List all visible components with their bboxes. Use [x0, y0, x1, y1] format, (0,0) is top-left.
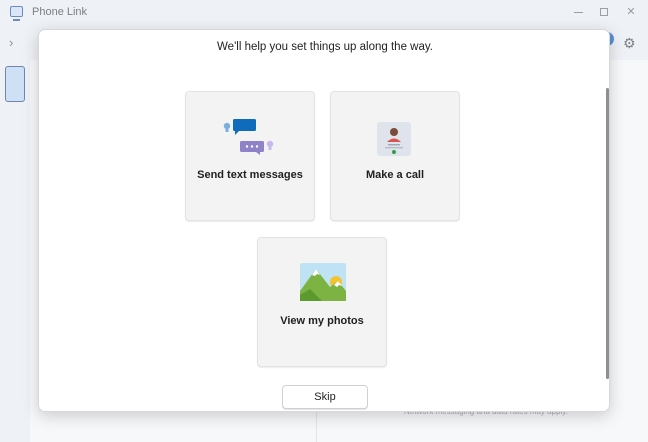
scrollbar-thumb[interactable] — [606, 88, 609, 379]
tile-send-text-messages[interactable]: Send text messages — [185, 91, 315, 221]
skip-button[interactable]: Skip — [282, 385, 368, 409]
settings-gear-icon[interactable]: ⚙ — [623, 35, 636, 52]
phone-call-icon — [377, 122, 411, 156]
tile-label: Make a call — [365, 169, 425, 181]
maximize-icon[interactable] — [596, 4, 612, 20]
close-icon[interactable]: ✕ — [623, 4, 639, 20]
tile-make-a-call[interactable]: Make a call — [330, 91, 460, 221]
app-title: Phone Link — [32, 6, 88, 18]
tile-view-my-photos[interactable]: View my photos — [257, 237, 387, 367]
title-bar: Phone Link ✕ — [0, 0, 648, 26]
setup-dialog: We'll help you set things up along the w… — [38, 29, 610, 412]
phone-link-app-icon — [10, 6, 23, 21]
tile-label: Send text messages — [197, 169, 303, 181]
landscape-photo-icon — [300, 263, 346, 301]
minimize-icon[interactable] — [570, 4, 586, 20]
chevron-right-icon[interactable]: › — [9, 35, 13, 50]
dialog-heading: We'll help you set things up along the w… — [217, 41, 433, 53]
chat-bubbles-icon — [223, 119, 274, 155]
phone-device-icon[interactable] — [5, 66, 25, 102]
side-rail: › — [0, 26, 30, 442]
tile-label: View my photos — [280, 315, 364, 327]
